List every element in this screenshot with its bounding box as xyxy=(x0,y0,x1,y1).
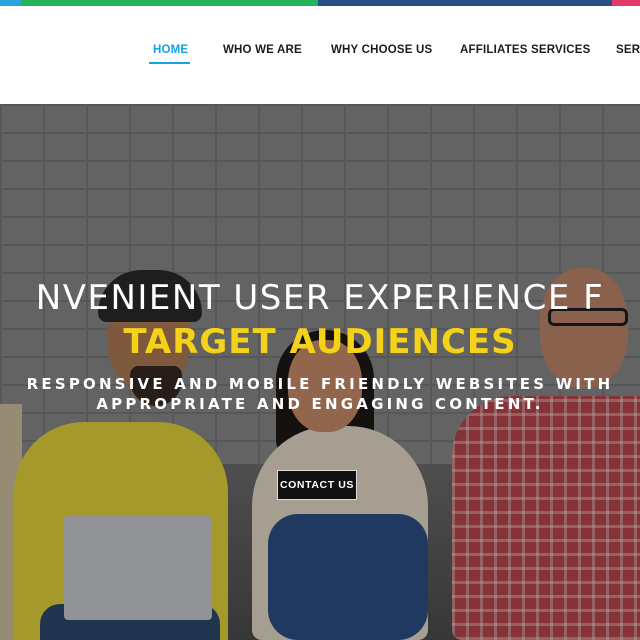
hero-subtitle-line2: APPROPRIATE AND ENGAGING CONTENT. xyxy=(96,395,544,413)
main-nav: HOME WHO WE ARE WHY CHOOSE US AFFILIATES… xyxy=(0,44,640,64)
hero-section: NVENIENT USER EXPERIENCE F TARGET AUDIEN… xyxy=(0,104,640,640)
hero-subtitle-line1: RESPONSIVE AND MOBILE FRIENDLY WEBSITES … xyxy=(26,375,614,393)
hero-highlight: TARGET AUDIENCES xyxy=(123,322,517,362)
hero-dark-overlay xyxy=(0,104,640,640)
nav-item-affiliates-services[interactable]: AFFILIATES SERVICES xyxy=(460,44,591,56)
site-header: HOME WHO WE ARE WHY CHOOSE US AFFILIATES… xyxy=(0,6,640,104)
nav-item-services[interactable]: SERV xyxy=(616,44,640,56)
nav-item-home[interactable]: HOME xyxy=(153,44,188,56)
contact-us-button[interactable]: CONTACT US xyxy=(277,470,357,500)
hero-subtitle: RESPONSIVE AND MOBILE FRIENDLY WEBSITES … xyxy=(0,374,640,414)
nav-item-who-we-are[interactable]: WHO WE ARE xyxy=(223,44,302,56)
active-nav-underline xyxy=(149,62,190,64)
nav-item-why-choose-us[interactable]: WHY CHOOSE US xyxy=(331,44,432,56)
hero-headline: NVENIENT USER EXPERIENCE F xyxy=(35,278,605,318)
